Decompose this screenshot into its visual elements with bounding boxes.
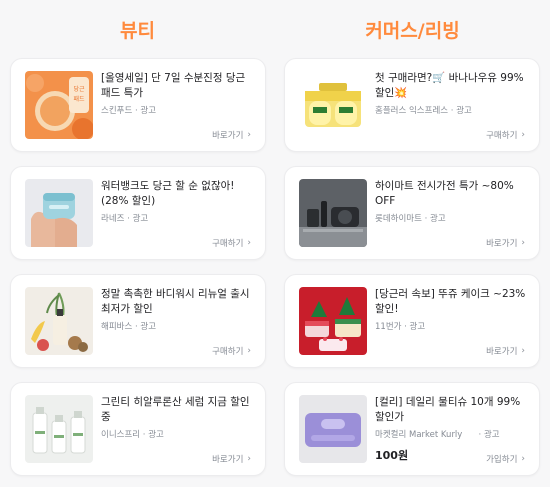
ad-cta-label: 구매하기: [212, 239, 244, 249]
ad-cta-link[interactable]: 바로가기 ›: [486, 237, 525, 249]
chevron-right-icon: ›: [247, 346, 251, 356]
product-image-green-tea-serum: [25, 395, 93, 463]
ad-advertiser: 홈플러스 익스프레스 · 광고: [375, 106, 472, 116]
chevron-right-icon: ›: [247, 454, 251, 464]
product-image-water-bank: [25, 179, 93, 247]
chevron-right-icon: ›: [521, 346, 525, 356]
ad-cta-link[interactable]: 가입하기 ›: [486, 453, 525, 465]
ad-card-laneige[interactable]: 워터뱅크도 당근 할 순 없잖아!(28% 할인) 라네즈 · 광고 구매하기 …: [10, 166, 266, 260]
ad-advertiser: 마켓컬리 Market Kurly · 광고: [375, 430, 500, 440]
product-image-body-wash: [25, 287, 93, 355]
chevron-right-icon: ›: [521, 130, 525, 140]
ad-cta-label: 바로가기: [212, 455, 244, 465]
chevron-right-icon: ›: [247, 238, 251, 248]
ad-title: 워터뱅크도 당근 할 순 없잖아!(28% 할인): [101, 180, 235, 207]
ad-card-kurly[interactable]: [컬리] 데일리 물티슈 10개 99% 할인가 마켓컬리 Market Kur…: [284, 382, 540, 476]
ad-title: 첫 구매라면?🛒 바나나우유 99% 할인💥: [375, 72, 524, 99]
ad-cta-link[interactable]: 바로가기 ›: [212, 453, 251, 465]
ad-card-himart[interactable]: 하이마트 전시가전 특가 ~80% OFF 롯데하이마트 · 광고 바로가기 ›: [284, 166, 540, 260]
ad-cta-link[interactable]: 바로가기 ›: [486, 345, 525, 357]
ad-cta-link[interactable]: 구매하기 ›: [212, 237, 251, 249]
ad-card-happybath[interactable]: 정말 촉촉한 바디워시 리뉴얼 출시 최저가 할인 해피바스 · 광고 구매하기…: [10, 274, 266, 368]
svg-text:패드: 패드: [73, 95, 85, 103]
ad-card-11st[interactable]: [당근러 속보] 뚜쥬 케이크 ~23% 할인! 11번가 · 광고 바로가기 …: [284, 274, 540, 368]
ad-advertiser: 라네즈 · 광고: [101, 214, 149, 224]
chevron-right-icon: ›: [521, 454, 525, 464]
ad-advertiser: 11번가 · 광고: [375, 322, 426, 332]
ad-title: [컬리] 데일리 물티슈 10개 99% 할인가: [375, 396, 521, 423]
ad-cta-label: 바로가기: [212, 131, 244, 141]
product-image-carrot-pad: 당근 패드: [25, 71, 93, 139]
ad-advertiser: 스킨푸드 · 광고: [101, 106, 157, 116]
ad-advertiser: 이니스프리 · 광고: [101, 430, 164, 440]
ad-advertiser: 롯데하이마트 · 광고: [375, 214, 446, 224]
ad-cta-label: 구매하기: [486, 131, 518, 141]
ad-cta-label: 바로가기: [486, 239, 518, 249]
ad-cta-label: 가입하기: [486, 455, 518, 465]
product-image-wet-wipes: [299, 395, 367, 463]
product-image-appliances: [299, 179, 367, 247]
ad-cta-label: 구매하기: [212, 347, 244, 357]
ad-cta-link[interactable]: 바로가기 ›: [212, 129, 251, 141]
chevron-right-icon: ›: [521, 238, 525, 248]
commerce-section-title: 커머스/리빙: [365, 20, 460, 42]
ad-card-innisfree[interactable]: 그린티 히알루론산 세럼 지금 할인 중 이니스프리 · 광고 바로가기 ›: [10, 382, 266, 476]
chevron-right-icon: ›: [247, 130, 251, 140]
ad-cta-link[interactable]: 구매하기 ›: [212, 345, 251, 357]
ad-title: [당근러 속보] 뚜쥬 케이크 ~23% 할인!: [375, 288, 526, 315]
ad-title: [올영세일] 단 7일 수분진정 당근패드 특가: [101, 72, 246, 99]
ad-title: 그린티 히알루론산 세럼 지금 할인 중: [101, 396, 250, 423]
product-image-banana-milk: [299, 71, 367, 139]
svg-text:당근: 당근: [73, 85, 85, 93]
ad-cta-link[interactable]: 구매하기 ›: [486, 129, 525, 141]
ad-advertiser: 해피바스 · 광고: [101, 322, 157, 332]
product-image-cakes: [299, 287, 367, 355]
ad-cta-label: 바로가기: [486, 347, 518, 357]
beauty-section-title: 뷰티: [120, 20, 155, 42]
ad-title: 하이마트 전시가전 특가 ~80% OFF: [375, 180, 514, 207]
ad-card-homeplus[interactable]: 첫 구매라면?🛒 바나나우유 99% 할인💥 홈플러스 익스프레스 · 광고 구…: [284, 58, 540, 152]
ad-title: 정말 촉촉한 바디워시 리뉴얼 출시 최저가 할인: [101, 288, 250, 315]
ad-card-skinfood[interactable]: 당근 패드 [올영세일] 단 7일 수분진정 당근패드 특가 스킨푸드 · 광고…: [10, 58, 266, 152]
